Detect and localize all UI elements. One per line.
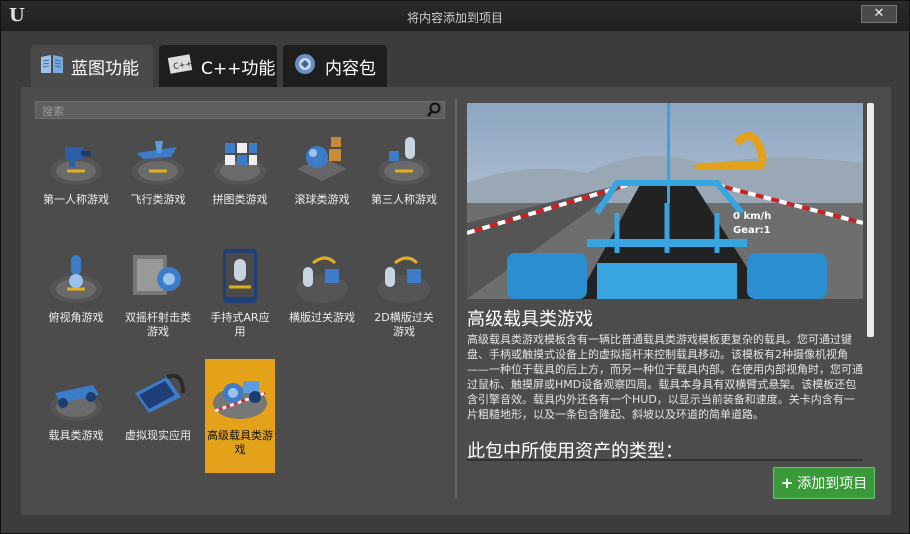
template-tile-first-person[interactable]: 第一人称游戏 [41,123,111,237]
template-label: 高级载具类游戏 [207,429,273,456]
template-label: 横版过关游戏 [289,311,355,324]
search-input[interactable]: 搜索 [35,101,445,119]
side-scroller-icon [296,256,348,303]
handheld-ar-icon [223,249,257,303]
template-label: 滚球类游戏 [294,193,350,206]
assets-divider [467,459,863,461]
template-tile-top-down[interactable]: 俯视角游戏 [41,241,111,355]
template-label: 第三人称游戏 [371,193,437,206]
window-title: 将内容添加到项目 [406,11,503,25]
template-tile-flying[interactable]: 飞行类游戏 [123,123,193,237]
vr-icon [135,373,185,413]
detail-title: 高级载具类游戏 [467,309,593,330]
close-button[interactable]: ✕ [861,5,897,23]
template-tile-side-scroller-2d[interactable]: 2D横版过关游戏 [369,241,439,355]
detail-description: 高级载具类游戏模板含有一辆比普通载具类游戏模板更复杂的载具。您可通过键盘、手柄或… [467,333,863,421]
tab-label: 蓝图功能 [71,58,139,79]
detail-scrollbar[interactable] [867,103,874,337]
side-scroller-2d-icon [378,256,430,303]
template-tile-side-scroller[interactable]: 横版过关游戏 [287,241,357,355]
twin-stick-icon [133,255,181,295]
template-label: 俯视角游戏 [48,311,104,324]
rolling-ball-icon [297,137,347,181]
add-content-dialog: U 将内容添加到项目 ✕ 蓝图功能 C++ C++功能 内容包 搜索 第一人称游… [0,0,910,534]
add-to-project-button[interactable]: + 添加到项目 [773,467,875,499]
template-tile-rolling[interactable]: 滚球类游戏 [287,123,357,237]
vehicle-icon [50,385,102,421]
template-label: 拼图类游戏 [212,193,268,206]
preview-image: 0 km/h Gear:1 [467,103,863,299]
tab-content-pack[interactable]: 内容包 [283,45,387,87]
advanced-vehicle-icon [213,381,267,419]
tab-label: 内容包 [325,58,376,79]
first-person-icon [50,147,102,185]
template-browser: 搜索 第一人称游戏 飞行类游戏 拼图类游戏 滚球类游戏 第三人称游戏 俯视角游戏… [33,99,461,499]
top-down-icon [50,255,102,303]
preview-gear: Gear:1 [733,225,771,236]
template-tile-advanced-vehicle[interactable]: 高级载具类游戏 [205,359,275,473]
template-tile-puzzle[interactable]: 拼图类游戏 [205,123,275,237]
tab-blueprint[interactable]: 蓝图功能 [31,45,153,87]
preview-speed: 0 km/h [733,211,772,222]
template-label: 载具类游戏 [48,429,104,442]
plus-icon: + [780,474,794,492]
template-tile-vehicle[interactable]: 载具类游戏 [41,359,111,473]
tab-label: C++功能 [201,58,276,79]
template-label: 双摇杆射击类游戏 [125,311,191,338]
template-label: 第一人称游戏 [43,193,109,206]
template-tile-handheld-ar[interactable]: 手持式AR应用 [205,241,275,355]
template-label: 飞行类游戏 [130,193,186,206]
template-tile-vr[interactable]: 虚拟现实应用 [123,359,193,473]
cpp-icon: C++ [167,53,195,80]
third-person-icon [378,137,430,185]
puzzle-icon [214,143,266,185]
template-detail: 0 km/h Gear:1 高级载具类游戏 高级载具类游戏模板含有一辆比普通载具… [467,103,875,463]
panel-divider [455,99,457,499]
search-placeholder: 搜索 [42,105,64,118]
tab-cpp[interactable]: C++ C++功能 [159,45,277,87]
title-bar[interactable]: U 将内容添加到项目 ✕ [1,1,909,31]
search-icon[interactable] [426,102,442,118]
template-label: 虚拟现实应用 [125,429,191,442]
template-label: 手持式AR应用 [210,311,270,338]
template-tile-twin-stick[interactable]: 双摇杆射击类游戏 [123,241,193,355]
template-label: 2D横版过关游戏 [374,311,434,338]
book-icon [39,53,65,80]
content-panel: 搜索 第一人称游戏 飞行类游戏 拼图类游戏 滚球类游戏 第三人称游戏 俯视角游戏… [21,87,891,515]
template-tile-third-person[interactable]: 第三人称游戏 [369,123,439,237]
flying-icon [132,141,184,185]
content-pack-icon [291,52,319,81]
add-to-project-label: 添加到项目 [797,476,868,492]
